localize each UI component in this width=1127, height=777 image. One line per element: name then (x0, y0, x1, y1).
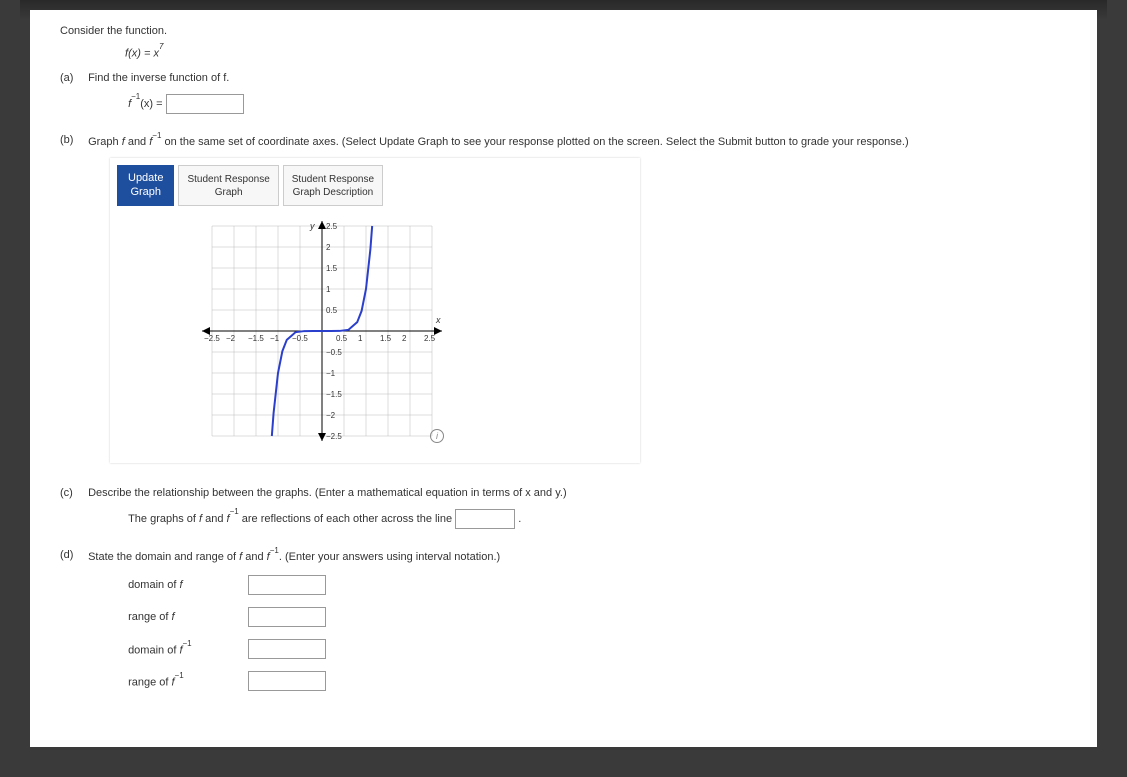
inverse-function-input[interactable] (166, 94, 244, 114)
part-b-content: Graph f and f−1 on the same set of coord… (88, 134, 1065, 149)
y-axis-label: y (309, 221, 315, 231)
part-d-content: State the domain and range of f and f−1.… (88, 549, 1065, 692)
graph-panel: Update Graph Student Response Graph Stud… (110, 158, 640, 462)
range-finv-input[interactable] (248, 671, 326, 691)
svg-text:0.5: 0.5 (326, 306, 338, 315)
part-c-answer-row: The graphs of f and f−1 are reflections … (128, 509, 1065, 529)
svg-text:2.5: 2.5 (424, 334, 436, 343)
domain-finv-label: domain of f−1 (128, 642, 228, 657)
part-d-label: (d) (60, 549, 85, 561)
svg-text:1: 1 (358, 334, 363, 343)
tab-row: Update Graph Student Response Graph Stud… (117, 165, 633, 205)
part-a-content: Find the inverse function of f. f−1(x) = (88, 72, 1065, 114)
graph-area: y x −2.5 −2 −1.5 −1 −0.5 0.5 1 1.5 2 2.5 −2.5 −2 −1.… (192, 211, 452, 451)
domain-f-row: domain of f (128, 575, 1065, 595)
svg-text:2.5: 2.5 (326, 222, 338, 231)
part-a-label: (a) (60, 72, 85, 84)
part-c-prompt: Describe the relationship between the gr… (88, 487, 567, 499)
x-axis-label: x (435, 315, 441, 325)
svg-text:1: 1 (326, 285, 331, 294)
svg-text:−0.5: −0.5 (326, 348, 342, 357)
function-formula: f(x) = x7 (125, 45, 1067, 60)
tab-student-response-graph[interactable]: Student Response Graph (178, 165, 278, 205)
info-icon[interactable]: i (430, 429, 444, 443)
svg-text:1.5: 1.5 (380, 334, 392, 343)
svg-text:−2: −2 (326, 411, 336, 420)
update-graph-button[interactable]: Update Graph (117, 165, 174, 205)
domain-f-label: domain of f (128, 579, 228, 591)
domain-finv-input[interactable] (248, 639, 326, 659)
svg-text:1.5: 1.5 (326, 264, 338, 273)
part-b-prompt: Graph f and f−1 on the same set of coord… (88, 136, 909, 148)
svg-text:−1.5: −1.5 (326, 390, 342, 399)
svg-text:−1.5: −1.5 (248, 334, 264, 343)
range-f-row: range of f (128, 607, 1065, 627)
part-c-content: Describe the relationship between the gr… (88, 487, 1065, 529)
part-d: (d) State the domain and range of f and … (60, 549, 1067, 692)
range-finv-row: range of f−1 (128, 671, 1065, 691)
part-a-prompt: Find the inverse function of f. (88, 72, 229, 84)
svg-text:0.5: 0.5 (336, 334, 348, 343)
chart-svg: y x −2.5 −2 −1.5 −1 −0.5 0.5 1 1.5 2 2.5 −2.5 −2 −1.… (192, 211, 452, 451)
svg-text:2: 2 (326, 243, 331, 252)
prompt-intro: Consider the function. (60, 25, 1067, 37)
svg-text:−1: −1 (270, 334, 280, 343)
page-container: Consider the function. f(x) = x7 (a) Fin… (30, 10, 1097, 747)
part-b-label: (b) (60, 134, 85, 146)
svg-text:−2: −2 (226, 334, 236, 343)
part-d-prompt: State the domain and range of f and f−1.… (88, 551, 500, 563)
part-a-answer-row: f−1(x) = (128, 94, 1065, 114)
svg-text:−0.5: −0.5 (292, 334, 308, 343)
reflection-line-input[interactable] (455, 509, 515, 529)
part-a: (a) Find the inverse function of f. f−1(… (60, 72, 1067, 114)
part-c-label: (c) (60, 487, 85, 499)
svg-text:−2.5: −2.5 (326, 432, 342, 441)
svg-text:−2.5: −2.5 (204, 334, 220, 343)
range-f-label: range of f (128, 611, 228, 623)
domain-finv-row: domain of f−1 (128, 639, 1065, 659)
range-f-input[interactable] (248, 607, 326, 627)
svg-text:2: 2 (402, 334, 407, 343)
part-b: (b) Graph f and f−1 on the same set of c… (60, 134, 1067, 463)
tab-student-response-description[interactable]: Student Response Graph Description (283, 165, 383, 205)
domain-f-input[interactable] (248, 575, 326, 595)
svg-text:−1: −1 (326, 369, 336, 378)
range-finv-label: range of f−1 (128, 674, 228, 689)
part-c: (c) Describe the relationship between th… (60, 487, 1067, 529)
